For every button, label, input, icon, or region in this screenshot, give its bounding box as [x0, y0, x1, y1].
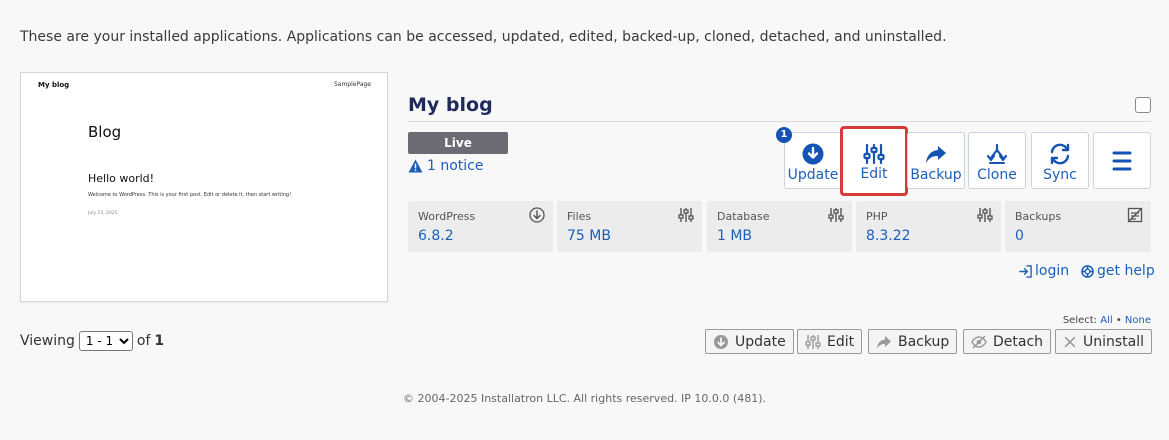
title-divider [408, 121, 1151, 122]
sync-icon [1050, 143, 1070, 165]
update-button-label: Update [787, 167, 839, 183]
bulk-edit-label: Edit [827, 333, 855, 350]
share-arrow-icon [877, 335, 891, 348]
tile-label: Backups [1015, 210, 1062, 223]
tile-database[interactable]: Database 1 MB [707, 201, 852, 252]
select-app-checkbox[interactable] [1135, 97, 1151, 113]
tile-label: PHP [866, 210, 888, 223]
login-icon [1019, 264, 1032, 278]
login-link[interactable]: login [1019, 263, 1069, 279]
close-icon [1064, 336, 1076, 347]
viewing-label: Viewing [20, 333, 75, 349]
select-none-link[interactable]: None [1125, 315, 1151, 326]
tile-value: 6.8.2 [418, 228, 454, 244]
tile-label: Database [717, 210, 770, 223]
select-all-link[interactable]: All [1100, 315, 1112, 326]
tile-label: Files [567, 210, 592, 223]
edit-button[interactable]: Edit [840, 126, 908, 196]
notice-label: 1 notice [427, 158, 484, 174]
tile-value: 8.3.22 [866, 228, 911, 244]
app-title[interactable]: My blog [408, 94, 493, 116]
update-count-badge: 1 [776, 127, 792, 143]
sliders-icon[interactable] [678, 207, 694, 223]
tile-files[interactable]: Files 75 MB [557, 201, 702, 252]
get-help-link[interactable]: get help [1081, 263, 1155, 279]
hamburger-menu-icon [1112, 151, 1132, 171]
preview-nav-link: SamplePage [333, 81, 371, 88]
total-pages: 1 [154, 333, 165, 349]
intro-text: These are your installed applications. A… [20, 29, 947, 45]
preview-blog-title: Blog [88, 123, 122, 141]
bulk-update-button[interactable]: Update [705, 329, 794, 354]
sliders-icon [805, 334, 821, 349]
lifebuoy-icon [1081, 264, 1094, 278]
sync-button-label: Sync [1043, 167, 1077, 183]
fork-icon [986, 143, 1008, 164]
preview-post-title: Hello world! [88, 172, 155, 185]
backup-list-icon[interactable] [1127, 207, 1143, 223]
tile-wordpress[interactable]: WordPress 6.8.2 [408, 201, 553, 252]
site-preview-thumbnail[interactable]: My blog SamplePage Blog Hello world! Wel… [20, 72, 388, 302]
tile-value: 75 MB [567, 228, 611, 244]
sliders-icon [863, 143, 885, 165]
sliders-icon[interactable] [977, 207, 993, 223]
tile-label: WordPress [418, 210, 476, 223]
edit-button-label: Edit [860, 166, 888, 182]
preview-site-name: My blog [38, 81, 70, 89]
tile-value: 0 [1015, 228, 1024, 244]
tile-php[interactable]: PHP 8.3.22 [856, 201, 1001, 252]
status-badge: Live [408, 132, 508, 154]
bulk-backup-label: Backup [898, 333, 950, 350]
bulk-detach-button[interactable]: Detach [963, 329, 1052, 354]
backup-button[interactable]: Backup [907, 132, 965, 189]
tile-value: 1 MB [717, 228, 753, 244]
of-label: of [136, 333, 151, 349]
get-help-label: get help [1097, 263, 1155, 279]
download-circle-icon [714, 334, 728, 349]
preview-post-date: July 15, 2025 [88, 211, 118, 216]
clone-button[interactable]: Clone [968, 132, 1026, 189]
page-range-select[interactable]: 1 - 1 [78, 331, 133, 351]
bulk-backup-button[interactable]: Backup [868, 329, 958, 354]
sync-button[interactable]: Sync [1031, 132, 1089, 189]
notice-link[interactable]: 1 notice [408, 158, 484, 174]
pagination: Viewing 1 - 1 of 1 [20, 331, 164, 351]
bulk-detach-label: Detach [993, 333, 1044, 350]
sliders-icon[interactable] [828, 207, 844, 223]
bulk-uninstall-label: Uninstall [1082, 333, 1144, 350]
select-separator: • [1115, 315, 1122, 326]
more-menu-button[interactable] [1093, 132, 1151, 189]
download-circle-icon[interactable] [529, 207, 545, 223]
select-controls: Select: All • None [1063, 315, 1151, 326]
share-arrow-icon [926, 146, 946, 163]
bulk-uninstall-button[interactable]: Uninstall [1055, 329, 1152, 354]
eye-slash-icon [971, 334, 987, 349]
tile-backups[interactable]: Backups 0 [1005, 201, 1151, 252]
login-label: login [1035, 263, 1070, 279]
preview-post-excerpt: Welcome to WordPress. This is your first… [88, 192, 292, 198]
bulk-update-label: Update [735, 333, 786, 350]
warning-icon [408, 159, 423, 173]
download-circle-icon [802, 143, 824, 165]
backup-button-label: Backup [910, 167, 962, 183]
select-label: Select: [1062, 315, 1098, 326]
clone-button-label: Clone [977, 167, 1017, 183]
footer-copyright: © 2004-2025 Installatron LLC. All rights… [403, 392, 766, 405]
bulk-edit-button[interactable]: Edit [797, 329, 863, 354]
update-button[interactable]: Update [784, 132, 842, 189]
